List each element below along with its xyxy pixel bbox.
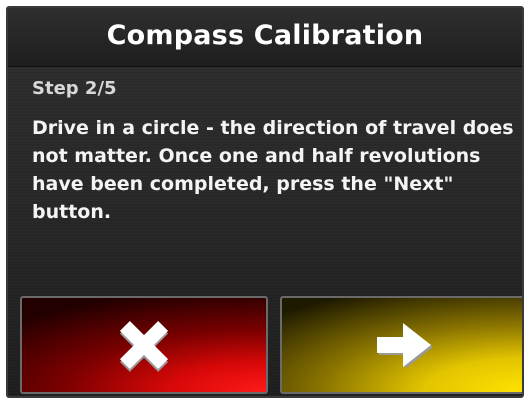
arrow-right-icon — [377, 323, 433, 369]
cancel-button[interactable] — [20, 296, 268, 394]
compass-calibration-dialog: Compass Calibration Step 2/5 Drive in a … — [6, 6, 524, 398]
step-indicator: Step 2/5 — [32, 78, 117, 99]
close-icon — [119, 320, 169, 372]
dialog-title: Compass Calibration — [106, 20, 424, 51]
title-bar: Compass Calibration — [8, 8, 522, 67]
next-button[interactable] — [280, 296, 522, 394]
instruction-text: Drive in a circle - the direction of tra… — [32, 117, 514, 223]
